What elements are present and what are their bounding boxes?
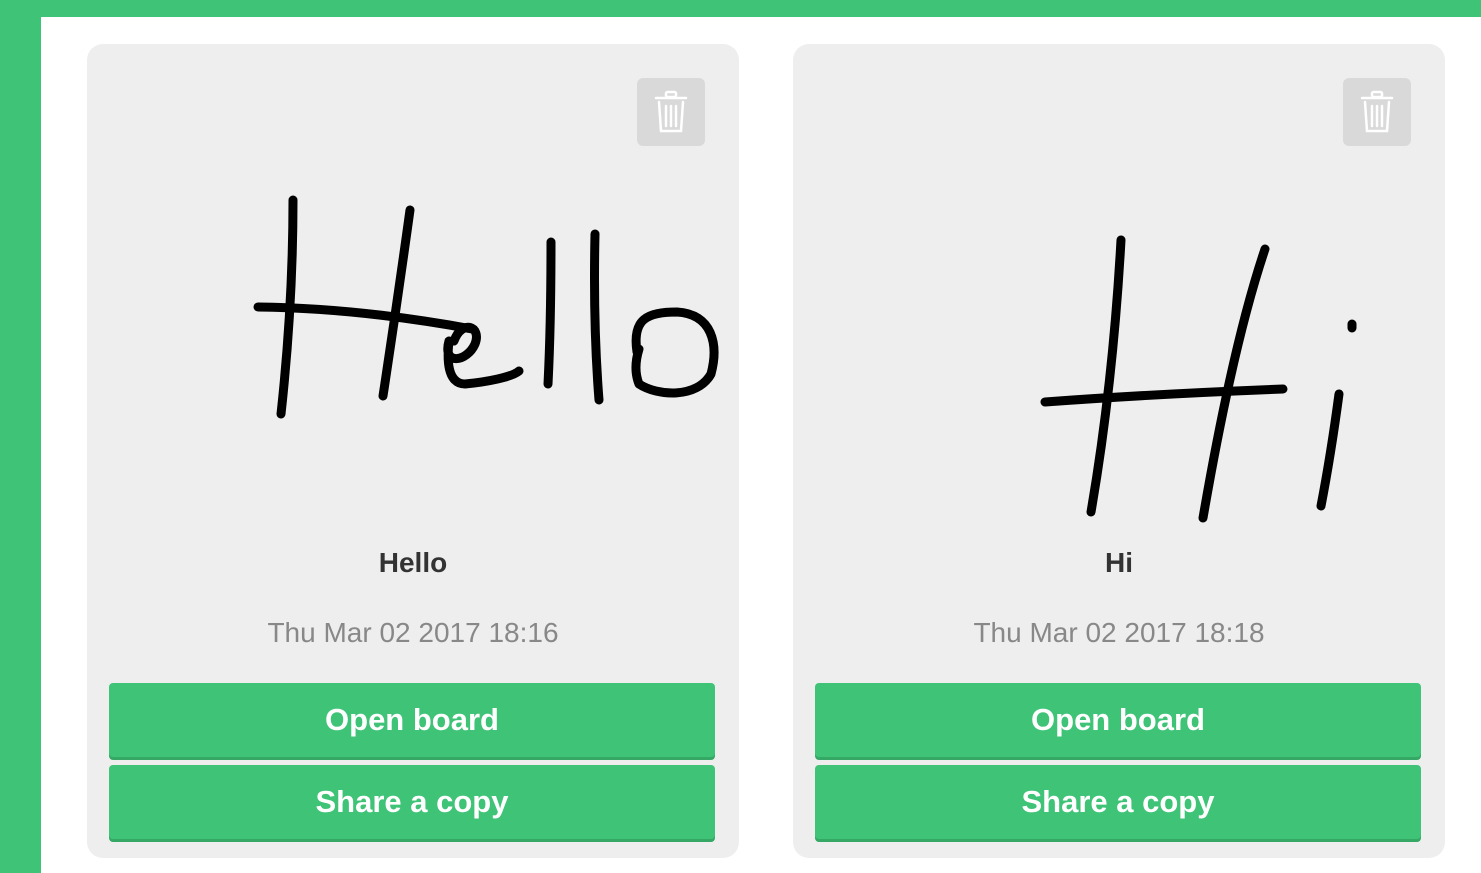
board-date: Thu Mar 02 2017 18:16 [267,617,559,648]
delete-board-button[interactable] [1343,78,1411,146]
board-card: Hi Thu Mar 02 2017 18:18 Open board Shar… [793,44,1445,858]
share-copy-button[interactable]: Share a copy [109,765,715,839]
board-card: Hello Thu Mar 02 2017 18:16 Open board S… [87,44,739,858]
top-green-bar [0,0,1481,17]
trash-icon [1360,90,1394,134]
open-board-button[interactable]: Open board [109,683,715,757]
left-green-bar [0,0,41,873]
board-title: Hi [1105,547,1133,578]
share-copy-button[interactable]: Share a copy [815,765,1421,839]
trash-icon [654,90,688,134]
board-title: Hello [378,547,448,578]
board-date: Thu Mar 02 2017 18:18 [973,617,1265,648]
open-board-button[interactable]: Open board [815,683,1421,757]
delete-board-button[interactable] [637,78,705,146]
